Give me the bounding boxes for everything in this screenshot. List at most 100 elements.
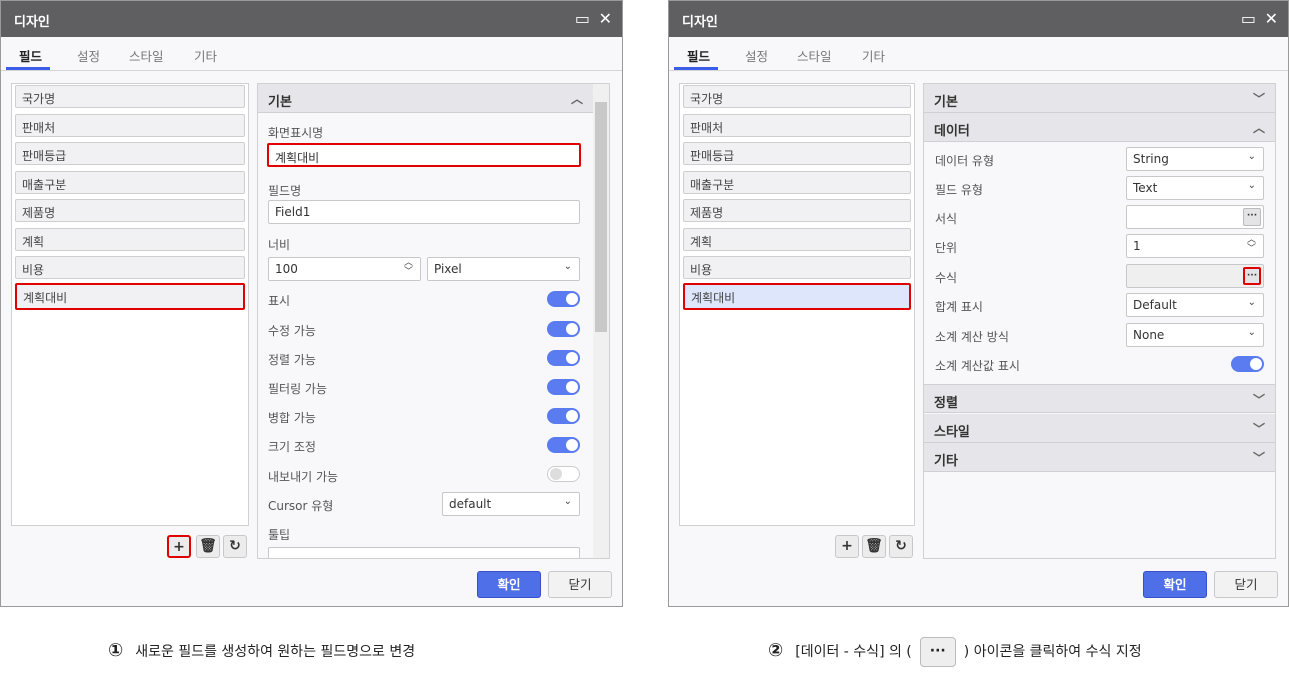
- toggle-switch[interactable]: [547, 350, 580, 366]
- list-item[interactable]: 계획: [15, 228, 245, 251]
- list-item[interactable]: 판매등급: [683, 142, 911, 165]
- subtotal-show-toggle[interactable]: [1231, 356, 1264, 372]
- list-item[interactable]: 매출구분: [15, 171, 245, 194]
- toggle-label: 수정 가능: [268, 324, 316, 338]
- total-display-label: 합계 표시: [935, 300, 983, 314]
- tab-settings[interactable]: 설정: [745, 46, 768, 65]
- width-stepper[interactable]: 100 ︿ ﹀: [268, 257, 421, 281]
- active-tab-indicator: [6, 67, 50, 70]
- format-input[interactable]: ···: [1126, 205, 1264, 229]
- section-data[interactable]: 데이터 ︿: [924, 113, 1275, 142]
- plus-icon: +: [841, 538, 853, 554]
- field-type-select[interactable]: Text ⌄: [1126, 176, 1264, 200]
- property-panel: 기본 ︿ 화면표시명 계획대비 필드명 Field1 너비 100 ︿ ﹀ Pixel…: [257, 83, 610, 559]
- tab-field[interactable]: 필드: [687, 46, 710, 65]
- close-icon[interactable]: ✕: [599, 10, 612, 28]
- tab-settings[interactable]: 설정: [77, 46, 100, 65]
- chevron-up-icon: ︿: [570, 92, 583, 106]
- dialog-title-bar: 디자인 ▭ ✕: [669, 1, 1288, 37]
- section-title: 스타일: [934, 425, 970, 440]
- tab-style[interactable]: 스타일: [797, 46, 832, 65]
- width-unit-select[interactable]: Pixel ⌄: [427, 257, 580, 281]
- width-label: 너비: [268, 238, 291, 252]
- section-basic[interactable]: 기본 ︿: [258, 84, 593, 113]
- tooltip-input[interactable]: [268, 547, 580, 558]
- close-icon[interactable]: ✕: [1265, 10, 1278, 28]
- stepper-icon[interactable]: ︿ ﹀: [404, 259, 413, 277]
- scrollbar[interactable]: [593, 84, 609, 558]
- chevron-down-icon: ﹀: [1252, 451, 1265, 465]
- list-item[interactable]: 제품명: [683, 199, 911, 222]
- list-item[interactable]: 비용: [15, 256, 245, 279]
- chevron-down-icon: ﹀: [1252, 393, 1265, 407]
- total-display-select[interactable]: Default ⌄: [1126, 293, 1264, 317]
- format-label: 서식: [935, 212, 958, 226]
- list-item[interactable]: 판매등급: [15, 142, 245, 165]
- unit-value: 1: [1133, 239, 1141, 253]
- display-name-input[interactable]: 계획대비: [267, 143, 581, 167]
- design-dialog-2: 디자인 ▭ ✕ 필드 설정 스타일 기타 국가명 판매처 판매등급 매출구분 제…: [668, 0, 1289, 607]
- list-item[interactable]: 매출구분: [683, 171, 911, 194]
- section-style[interactable]: 스타일 ﹀: [924, 414, 1275, 443]
- close-button[interactable]: 닫기: [548, 571, 612, 598]
- unit-stepper[interactable]: 1 ︿ ﹀: [1126, 234, 1264, 258]
- unit-label: 단위: [935, 241, 958, 255]
- caption-step-2: ② [데이터 - 수식] 의 (···) 아이콘을 클릭하여 수식 지정: [768, 637, 1142, 667]
- ok-button[interactable]: 확인: [1143, 571, 1207, 598]
- cursor-type-label: Cursor 유형: [268, 499, 334, 513]
- tab-etc[interactable]: 기타: [862, 46, 885, 65]
- add-field-button[interactable]: +: [167, 535, 191, 558]
- toggle-switch[interactable]: [547, 379, 580, 395]
- list-item-selected[interactable]: 계획대비: [15, 283, 245, 310]
- chevron-down-icon: ﹀: [1252, 92, 1265, 106]
- refresh-button[interactable]: ↻: [889, 535, 913, 558]
- list-item[interactable]: 판매처: [15, 114, 245, 137]
- toggle-label: 크기 조정: [268, 440, 316, 454]
- section-title: 기본: [934, 95, 958, 110]
- tooltip-label: 툴팁: [268, 528, 291, 542]
- tab-style[interactable]: 스타일: [129, 46, 164, 65]
- list-item-selected[interactable]: 계획대비: [683, 283, 911, 310]
- list-item[interactable]: 국가명: [683, 85, 911, 108]
- chevron-down-icon: ⌄: [1247, 327, 1256, 338]
- section-etc[interactable]: 기타 ﹀: [924, 443, 1275, 472]
- chevron-down-icon: ﹀: [1252, 422, 1265, 436]
- section-align[interactable]: 정렬 ﹀: [924, 384, 1275, 413]
- section-basic[interactable]: 기본 ﹀: [924, 84, 1275, 113]
- chevron-down-icon: ⌄: [563, 261, 572, 272]
- field-name-input[interactable]: Field1: [268, 200, 580, 224]
- ellipsis-icon[interactable]: ···: [1243, 208, 1261, 226]
- stepper-icon[interactable]: ︿ ﹀: [1247, 236, 1256, 254]
- subtotal-method-label: 소계 계산 방식: [935, 330, 1009, 344]
- scrollbar-thumb[interactable]: [595, 102, 607, 332]
- ok-button[interactable]: 확인: [477, 571, 541, 598]
- data-type-select[interactable]: String ⌄: [1126, 147, 1264, 171]
- close-button[interactable]: 닫기: [1214, 571, 1278, 598]
- toggle-switch[interactable]: [547, 437, 580, 453]
- tab-field[interactable]: 필드: [19, 46, 42, 65]
- subtotal-method-select[interactable]: None ⌄: [1126, 323, 1264, 347]
- refresh-button[interactable]: ↻: [223, 535, 247, 558]
- window-maximize-icon[interactable]: ▭: [1241, 10, 1256, 28]
- tab-etc[interactable]: 기타: [194, 46, 217, 65]
- toggle-switch[interactable]: [547, 291, 580, 307]
- cursor-type-select[interactable]: default ⌄: [442, 492, 580, 516]
- add-field-button[interactable]: +: [835, 535, 859, 558]
- delete-field-button[interactable]: 🗑: [862, 535, 886, 558]
- list-item[interactable]: 계획: [683, 228, 911, 251]
- list-item[interactable]: 비용: [683, 256, 911, 279]
- formula-label: 수식: [935, 271, 958, 285]
- window-maximize-icon[interactable]: ▭: [575, 10, 590, 28]
- toggle-switch-off[interactable]: [547, 466, 580, 482]
- delete-field-button[interactable]: 🗑: [196, 535, 220, 558]
- chevron-up-icon: ︿: [1252, 121, 1265, 135]
- ellipsis-icon[interactable]: ···: [1243, 267, 1261, 285]
- list-item[interactable]: 제품명: [15, 199, 245, 222]
- toggle-switch[interactable]: [547, 408, 580, 424]
- cursor-type-value: default: [449, 497, 492, 511]
- list-item[interactable]: 국가명: [15, 85, 245, 108]
- list-item[interactable]: 판매처: [683, 114, 911, 137]
- field-type-label: 필드 유형: [935, 183, 983, 197]
- toggle-switch[interactable]: [547, 321, 580, 337]
- chevron-down-icon: ⌄: [1247, 297, 1256, 308]
